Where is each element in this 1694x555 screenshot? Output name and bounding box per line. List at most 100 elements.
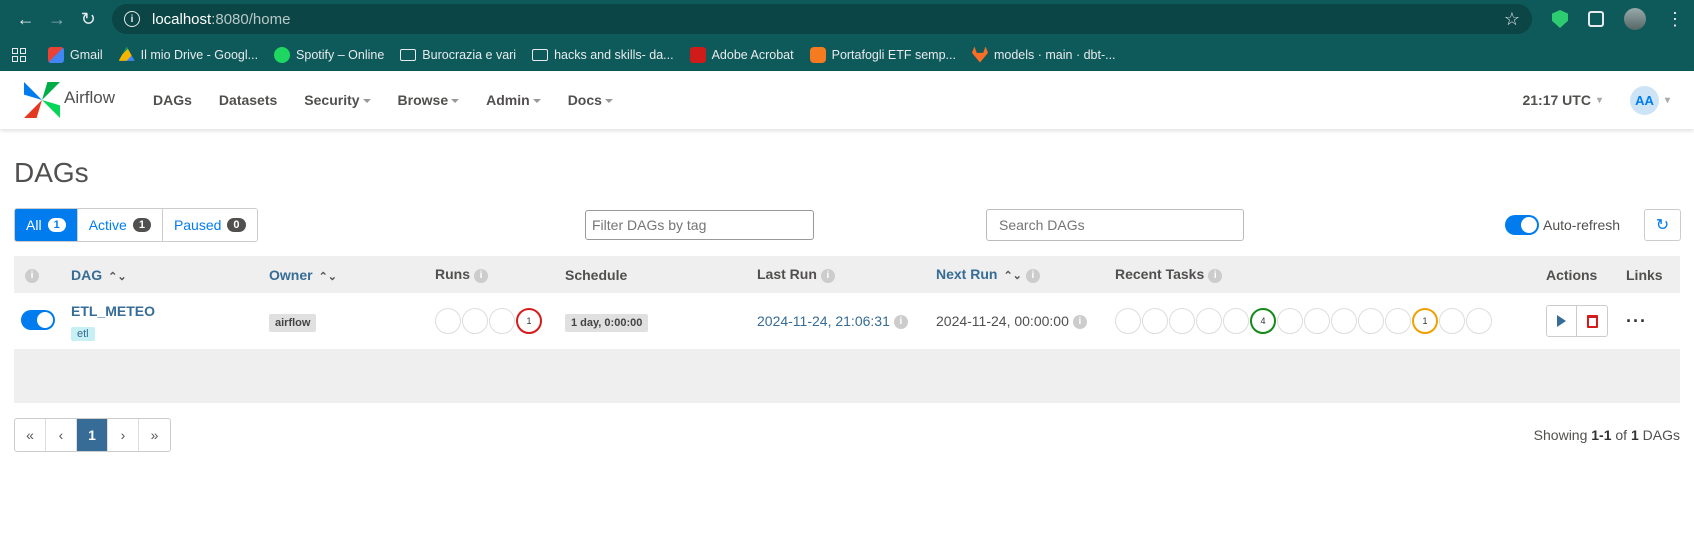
forward-icon[interactable]: → xyxy=(41,3,72,35)
prev-page-button[interactable]: ‹ xyxy=(46,419,77,451)
next-page-button[interactable]: › xyxy=(108,419,139,451)
task-state-circle[interactable] xyxy=(1358,308,1384,334)
bookmarks-bar: Gmail Il mio Drive - Googl... Spotify – … xyxy=(0,38,1694,71)
folder-icon xyxy=(532,48,549,61)
run-state-circle[interactable] xyxy=(462,308,488,334)
task-state-circle[interactable] xyxy=(1196,308,1222,334)
bookmark-hacks[interactable]: hacks and skills- da... xyxy=(532,48,674,62)
task-state-circle[interactable] xyxy=(1142,308,1168,334)
tab-label: Active xyxy=(88,217,127,233)
info-icon[interactable]: i xyxy=(893,315,908,330)
info-icon[interactable]: i xyxy=(1072,315,1087,330)
trigger-dag-button[interactable] xyxy=(1547,306,1577,336)
tab-paused[interactable]: Paused 0 xyxy=(162,209,257,241)
first-page-button[interactable]: « xyxy=(15,419,46,451)
search-input[interactable] xyxy=(986,209,1244,241)
auto-refresh-toggle[interactable] xyxy=(1505,215,1539,235)
bookmark-spotify[interactable]: Spotify – Online xyxy=(274,46,384,63)
info-icon[interactable]: i xyxy=(474,268,488,283)
header-label: DAG xyxy=(71,266,103,283)
nav-docs[interactable]: Docs xyxy=(568,92,613,108)
more-links-icon[interactable]: ··· xyxy=(1626,311,1647,331)
task-state-circle[interactable] xyxy=(1304,308,1330,334)
page-title: DAGs xyxy=(14,157,89,188)
timezone-dropdown[interactable]: 21:17 UTC ▾ xyxy=(1522,92,1602,108)
nav-browse-label: Browse xyxy=(397,92,449,108)
bookmark-star-icon[interactable]: ☆ xyxy=(1504,9,1520,30)
dag-pause-toggle[interactable] xyxy=(21,309,55,330)
auto-refresh-control: Auto-refresh xyxy=(1505,215,1620,235)
last-run-link[interactable]: 2024-11-24, 21:06:31 xyxy=(757,313,890,329)
task-state-circle[interactable] xyxy=(1277,308,1303,334)
nav-dags[interactable]: DAGs xyxy=(153,92,192,108)
reload-icon[interactable]: ↻ xyxy=(73,3,104,35)
nav-browse[interactable]: Browse xyxy=(398,92,460,108)
bookmark-gitlab[interactable]: models · main · dbt-... xyxy=(971,46,1116,63)
chevron-down-icon: ▾ xyxy=(1664,94,1670,106)
user-menu[interactable]: AA ▾ xyxy=(1629,85,1670,115)
nav-admin-label: Admin xyxy=(486,92,530,108)
showing-prefix: Showing xyxy=(1533,427,1592,443)
action-buttons xyxy=(1546,305,1608,337)
header-dag[interactable]: DAG ⌃⌄ xyxy=(64,256,262,293)
info-icon[interactable]: i xyxy=(1025,268,1040,283)
nav-security[interactable]: Security xyxy=(304,92,370,108)
bookmark-label: hacks and skills- da... xyxy=(554,47,674,62)
folder-icon xyxy=(400,48,417,61)
task-state-circle[interactable] xyxy=(1466,308,1492,334)
bookmark-acrobat[interactable]: Adobe Acrobat xyxy=(689,46,794,63)
header-next-run[interactable]: Next Run ⌃⌄ i xyxy=(929,256,1108,293)
pagination: « ‹ 1 › » xyxy=(14,418,171,452)
delete-dag-button[interactable] xyxy=(1577,306,1607,336)
browser-menu-icon[interactable]: ⋮ xyxy=(1666,9,1684,30)
address-bar[interactable]: i localhost:8080/home ☆ xyxy=(111,4,1532,34)
header-label: Schedule xyxy=(565,266,628,283)
bookmark-drive[interactable]: Il mio Drive - Googl... xyxy=(118,46,258,63)
header-info: i xyxy=(14,256,64,293)
refresh-button[interactable]: ↻ xyxy=(1644,209,1681,241)
header-links: Links xyxy=(1619,256,1680,293)
dag-id-link[interactable]: ETL_METEO xyxy=(71,303,255,319)
last-page-button[interactable]: » xyxy=(139,419,170,451)
owner-cell: airflow xyxy=(262,293,428,349)
task-state-circle[interactable] xyxy=(1223,308,1249,334)
dag-cell: ETL_METEO etl xyxy=(64,293,262,349)
profile-avatar[interactable] xyxy=(1623,8,1646,30)
nav-security-label: Security xyxy=(304,92,360,108)
header-owner[interactable]: Owner ⌃⌄ xyxy=(262,256,428,293)
last-run-cell: 2024-11-24, 21:06:31 i xyxy=(750,293,929,349)
run-state-circle[interactable] xyxy=(489,308,515,334)
airflow-logo[interactable]: Airflow xyxy=(24,82,115,118)
task-state-circle[interactable] xyxy=(1115,308,1141,334)
task-state-success[interactable]: 4 xyxy=(1250,308,1276,334)
info-icon[interactable]: i xyxy=(25,268,39,283)
tab-active[interactable]: Active 1 xyxy=(77,209,163,241)
tag-filter-input[interactable] xyxy=(585,210,814,240)
run-state-failed[interactable]: 1 xyxy=(516,308,542,334)
header-label: Last Run xyxy=(757,266,817,283)
apps-grid-icon[interactable] xyxy=(12,47,26,62)
recent-tasks-cell: 41 xyxy=(1108,293,1539,349)
dag-tag[interactable]: etl xyxy=(71,326,95,341)
bookmark-gmail[interactable]: Gmail xyxy=(48,46,103,63)
bookmark-portfolio[interactable]: Portafogli ETF semp... xyxy=(809,46,956,63)
nav-datasets[interactable]: Datasets xyxy=(219,92,277,108)
back-icon[interactable]: ← xyxy=(10,3,41,35)
extension-shield-icon[interactable] xyxy=(1551,10,1568,28)
task-state-circle[interactable] xyxy=(1439,308,1465,334)
task-state-circle[interactable] xyxy=(1385,308,1411,334)
task-state-up-for-retry[interactable]: 1 xyxy=(1412,308,1438,334)
info-icon[interactable]: i xyxy=(1208,268,1223,283)
tab-label: Paused xyxy=(173,217,222,233)
tab-all[interactable]: All 1 xyxy=(15,209,78,241)
bookmark-burocrazia[interactable]: Burocrazia e vari xyxy=(400,48,516,62)
task-state-circle[interactable] xyxy=(1169,308,1195,334)
run-state-circle[interactable] xyxy=(435,308,461,334)
info-icon[interactable]: i xyxy=(820,268,835,283)
task-state-circle[interactable] xyxy=(1331,308,1357,334)
nav-admin[interactable]: Admin xyxy=(486,92,541,108)
owner-label[interactable]: airflow xyxy=(269,314,317,332)
extensions-icon[interactable] xyxy=(1587,11,1604,27)
site-info-icon[interactable]: i xyxy=(123,11,140,27)
current-page-button[interactable]: 1 xyxy=(77,419,108,451)
